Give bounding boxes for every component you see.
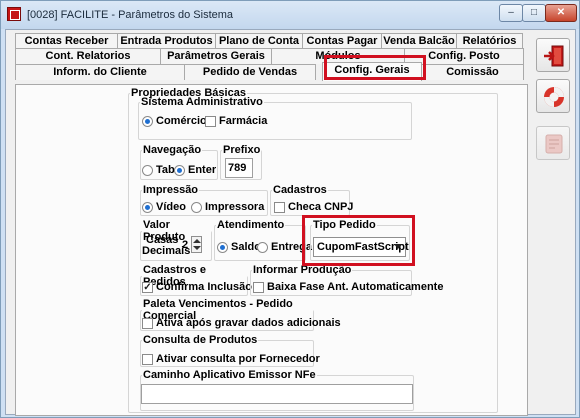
atendimento-legend: Atendimento bbox=[217, 219, 285, 231]
check-confirma-inclusao-label: Confirma Inclusão bbox=[156, 281, 252, 293]
tab-comissao[interactable]: Comissão bbox=[421, 64, 524, 80]
informar-producao-legend: Informar Produção bbox=[253, 264, 352, 276]
radio-comercio[interactable]: Comércio bbox=[142, 115, 207, 127]
config-gerais-panel: Propriedades Básicas Sistema Administrat… bbox=[15, 84, 528, 416]
cadastros-legend: Cadastros bbox=[273, 184, 327, 196]
check-ativa-apos-gravar[interactable]: Ativa após gravar dados adicionais bbox=[142, 317, 341, 329]
tab-venda-balcao[interactable]: Venda Balcão bbox=[381, 33, 457, 49]
check-ativar-consulta-box bbox=[142, 353, 153, 365]
window-title: [0028] FACILITE - Parâmetros do Sistema bbox=[27, 9, 234, 21]
radio-tab[interactable]: Tab bbox=[142, 164, 175, 176]
radio-comercio-label: Comércio bbox=[156, 115, 207, 127]
radio-impressora[interactable]: Impressora bbox=[191, 201, 264, 213]
app-logo-icon bbox=[7, 7, 21, 21]
tab-pedido-de-vendas[interactable]: Pedido de Vendas bbox=[184, 64, 316, 80]
app-window: [0028] FACILITE - Parâmetros do Sistema … bbox=[0, 0, 580, 418]
tab-contas-receber[interactable]: Contas Receber bbox=[15, 33, 118, 49]
radio-impressora-label: Impressora bbox=[205, 201, 265, 213]
radio-enter-label: Enter bbox=[188, 164, 217, 176]
check-baixa-fase-box bbox=[253, 281, 264, 293]
check-checa-cnpj[interactable]: Checa CNPJ bbox=[274, 201, 353, 213]
radio-entrega-label: Entrega bbox=[271, 241, 312, 253]
caminho-emissor-legend: Caminho Aplicativo Emissor NFe bbox=[143, 369, 316, 381]
consulta-produtos-legend: Consulta de Produtos bbox=[143, 334, 258, 346]
disabled-action-icon bbox=[545, 134, 563, 154]
tab-entrada-produtos[interactable]: Entrada Produtos bbox=[117, 33, 216, 49]
radio-impressora-indicator bbox=[191, 201, 202, 213]
check-farmacia-box bbox=[205, 115, 216, 127]
radio-tab-label: Tab bbox=[156, 164, 175, 176]
close-button[interactable]: ✕ bbox=[545, 4, 577, 22]
check-ativa-apos-gravar-box bbox=[142, 317, 153, 329]
check-ativa-apos-gravar-label: Ativa após gravar dados adicionais bbox=[156, 317, 341, 329]
radio-saldo[interactable]: Saldo bbox=[217, 241, 261, 253]
radio-video-indicator bbox=[142, 201, 153, 213]
check-ativar-consulta[interactable]: Ativar consulta por Fornecedor bbox=[142, 353, 320, 365]
decimais-value: 2 bbox=[182, 239, 189, 251]
radio-video-label: Vídeo bbox=[156, 201, 186, 213]
decimais-spinner[interactable] bbox=[191, 236, 202, 253]
check-confirma-inclusao-box: ✓ bbox=[142, 281, 153, 293]
radio-entrega-indicator bbox=[257, 241, 268, 253]
radio-saldo-indicator bbox=[217, 241, 228, 253]
client-area: Contas Receber Entrada Produtos Plano de… bbox=[5, 29, 576, 416]
tab-inform-do-cliente[interactable]: Inform. do Cliente bbox=[15, 64, 185, 80]
check-confirma-inclusao[interactable]: ✓ Confirma Inclusão bbox=[142, 281, 252, 293]
chevron-down-icon bbox=[394, 244, 402, 249]
check-checa-cnpj-box bbox=[274, 201, 285, 213]
check-baixa-fase[interactable]: Baixa Fase Ant. Automaticamente bbox=[253, 281, 443, 293]
radio-entrega[interactable]: Entrega bbox=[257, 241, 312, 253]
exit-button[interactable] bbox=[536, 38, 570, 72]
action-button-disabled[interactable] bbox=[536, 126, 570, 160]
radio-video[interactable]: Vídeo bbox=[142, 201, 186, 213]
prefixo-legend: Prefixo bbox=[223, 144, 261, 156]
impressao-legend: Impressão bbox=[143, 184, 199, 196]
tab-contas-pagar[interactable]: Contas Pagar bbox=[302, 33, 382, 49]
maximize-button[interactable]: □ bbox=[522, 4, 546, 22]
title-bar: [0028] FACILITE - Parâmetros do Sistema … bbox=[1, 1, 579, 29]
atendimento-group: Atendimento bbox=[214, 219, 306, 261]
lifebuoy-help-icon bbox=[544, 87, 564, 107]
tab-plano-de-conta[interactable]: Plano de Conta bbox=[215, 33, 303, 49]
check-ativar-consulta-label: Ativar consulta por Fornecedor bbox=[156, 353, 320, 365]
tab-parametros-gerais[interactable]: Parâmetros Gerais bbox=[160, 48, 272, 64]
check-farmacia-label: Farmácia bbox=[219, 115, 268, 127]
exit-door-icon bbox=[544, 45, 564, 67]
tipo-pedido-select[interactable]: CupomFastScript bbox=[313, 237, 409, 257]
caminho-emissor-input[interactable] bbox=[141, 384, 413, 404]
check-farmacia[interactable]: Farmácia bbox=[205, 115, 267, 127]
tab-relatorios[interactable]: Relatórios bbox=[456, 33, 523, 49]
tab-config-posto[interactable]: Config. Posto bbox=[404, 48, 524, 64]
tab-cont-relatorios[interactable]: Cont. Relatorios bbox=[15, 48, 161, 64]
check-checa-cnpj-label: Checa CNPJ bbox=[288, 201, 354, 213]
navegacao-legend: Navegação bbox=[143, 144, 202, 156]
sistema-administrativo-legend: Sistema Administrativo bbox=[141, 96, 263, 108]
tab-config-gerais[interactable]: Config. Gerais bbox=[322, 62, 422, 81]
check-baixa-fase-label: Baixa Fase Ant. Automaticamente bbox=[267, 281, 444, 293]
radio-enter-indicator bbox=[174, 164, 185, 176]
help-button[interactable] bbox=[536, 79, 570, 113]
radio-comercio-indicator bbox=[142, 115, 153, 127]
tipo-pedido-legend: Tipo Pedido bbox=[313, 219, 376, 231]
minimize-button[interactable]: – bbox=[499, 4, 523, 22]
radio-tab-indicator bbox=[142, 164, 153, 176]
radio-enter[interactable]: Enter bbox=[174, 164, 216, 176]
prefixo-input[interactable]: 789 bbox=[225, 158, 253, 178]
